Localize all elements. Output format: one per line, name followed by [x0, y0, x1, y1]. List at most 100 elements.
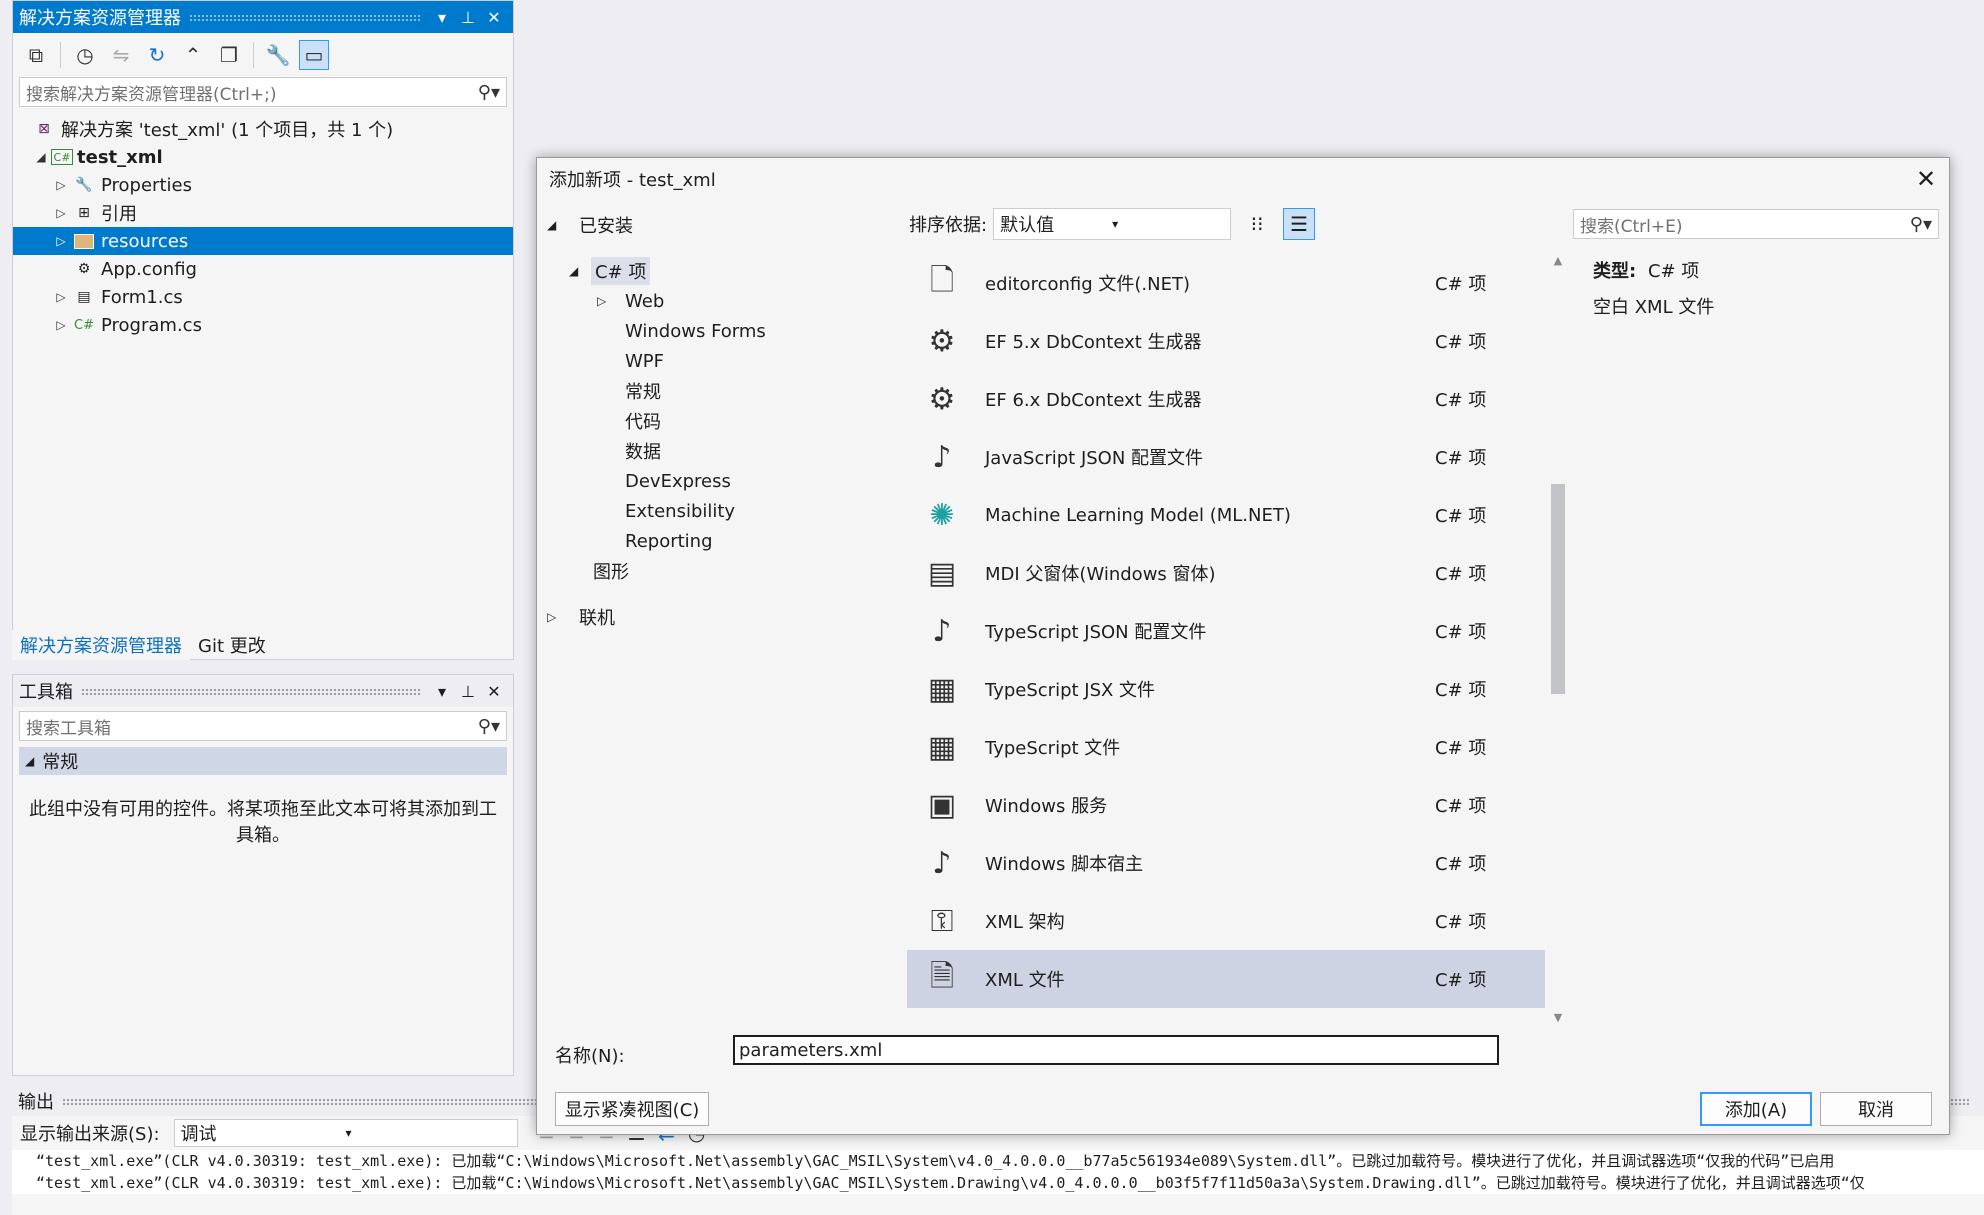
template-type: C# 项: [1435, 390, 1487, 411]
search-icon[interactable]: ⚲▾: [478, 82, 500, 103]
template-scrollbar[interactable]: ▲ ▼: [1547, 254, 1569, 1024]
toolbox-titlebar[interactable]: 工具箱 ▾ ⊥ ✕: [13, 675, 513, 707]
dialog-titlebar[interactable]: 添加新项 - test_xml ✕: [537, 158, 1949, 200]
template-item[interactable]: ♪ JavaScript JSON 配置文件 C# 项: [907, 428, 1545, 486]
toolbox-empty-message: 此组中没有可用的控件。将某项拖至此文本可将其添加到工具箱。: [29, 799, 497, 846]
show-all-files-icon[interactable]: ❐: [214, 40, 244, 70]
sort-select[interactable]: 默认值 ▾: [993, 208, 1232, 240]
tree-item-label: App.config: [101, 258, 197, 280]
tree-item-program[interactable]: ▷ C# Program.cs: [13, 311, 513, 339]
template-name: JavaScript JSON 配置文件: [985, 448, 1204, 469]
sync-icon[interactable]: ⇋: [106, 40, 136, 70]
solution-search-placeholder: 搜索解决方案资源管理器(Ctrl+;): [26, 84, 277, 105]
dropdown-arrow-icon[interactable]: ▾: [429, 8, 455, 27]
search-icon[interactable]: ⚲▾: [478, 716, 500, 737]
category-online[interactable]: ▷ 联机: [547, 602, 877, 632]
close-icon[interactable]: ✕: [1903, 165, 1949, 193]
category-installed[interactable]: ◢ 已安装: [547, 210, 877, 240]
template-item[interactable]: 🗋 editorconfig 文件(.NET) C# 项: [907, 254, 1545, 312]
toolbox-group-header[interactable]: ◢ 常规: [19, 747, 507, 775]
template-item[interactable]: ⚙ EF 6.x DbContext 生成器 C# 项: [907, 370, 1545, 428]
category-wpf[interactable]: WPF: [547, 346, 877, 376]
category-data[interactable]: 数据: [547, 436, 877, 466]
scroll-down-arrow-icon[interactable]: ▼: [1547, 1011, 1569, 1024]
template-item[interactable]: ▣ Windows 服务 C# 项: [907, 776, 1545, 834]
template-item[interactable]: ⇗XSLT 文件C# 项: [907, 1008, 1545, 1025]
list-view-icon[interactable]: ☰: [1283, 208, 1316, 240]
solution-tree: ⊠ 解决方案 'test_xml' (1 个项目，共 1 个) ◢ C# tes…: [13, 115, 513, 339]
title-grip: [189, 13, 421, 21]
typescript-file-icon: ▦: [927, 729, 957, 765]
solution-explorer-titlebar[interactable]: 解决方案资源管理器 ▾ ⊥ ✕: [13, 1, 513, 33]
tree-item-references[interactable]: ▷ ⊞ 引用: [13, 199, 513, 227]
template-type: C# 项: [1435, 796, 1487, 817]
tab-git-changes[interactable]: Git 更改: [190, 630, 274, 660]
tree-item-resources[interactable]: ▷ resources: [13, 227, 513, 255]
category-csharp-items[interactable]: ◢ C# 项: [547, 256, 877, 286]
template-item[interactable]: ▦ TypeScript 文件 C# 项: [907, 718, 1545, 776]
cancel-button[interactable]: 取消: [1820, 1092, 1932, 1126]
category-web[interactable]: ▷ Web: [547, 286, 877, 316]
compact-view-button[interactable]: 显示紧凑视图(C): [555, 1092, 709, 1126]
tree-item-project[interactable]: ◢ C# test_xml: [13, 143, 513, 171]
refresh-icon[interactable]: ↻: [142, 40, 172, 70]
search-icon[interactable]: ⚲▾: [1910, 214, 1932, 235]
template-item[interactable]: ✺ Machine Learning Model (ML.NET) C# 项: [907, 486, 1545, 544]
template-item[interactable]: ⚿ XML 架构 C# 项: [907, 892, 1545, 950]
solution-search-input[interactable]: 搜索解决方案资源管理器(Ctrl+;) ⚲▾: [19, 77, 507, 107]
template-type: C# 项: [1435, 332, 1487, 353]
template-item[interactable]: ♪ TypeScript JSON 配置文件 C# 项: [907, 602, 1545, 660]
category-general[interactable]: 常规: [547, 376, 877, 406]
tab-solution-explorer[interactable]: 解决方案资源管理器: [12, 630, 190, 660]
scrollbar-thumb[interactable]: [1551, 484, 1565, 694]
template-search-input[interactable]: 搜索(Ctrl+E) ⚲▾: [1573, 209, 1939, 239]
toolbox-search-input[interactable]: 搜索工具箱 ⚲▾: [19, 711, 507, 741]
solution-icon: ⊠: [38, 121, 50, 137]
template-item[interactable]: 🗎 XML 文件 C# 项: [907, 950, 1545, 1008]
category-graphics[interactable]: 图形: [547, 556, 877, 586]
switch-views-icon[interactable]: ⧉: [21, 40, 51, 70]
form-icon: ▤: [77, 289, 91, 305]
template-item[interactable]: ⚙ EF 5.x DbContext 生成器 C# 项: [907, 312, 1545, 370]
category-code[interactable]: 代码: [547, 406, 877, 436]
collapsed-arrow-icon: ▷: [547, 610, 557, 624]
pin-icon[interactable]: ⊥: [455, 8, 481, 27]
item-name-input[interactable]: parameters.xml: [733, 1035, 1499, 1065]
detail-type-row: 类型: C# 项: [1593, 254, 1933, 290]
preview-selected-icon[interactable]: ▭: [299, 40, 329, 70]
collapsed-arrow-icon[interactable]: ▷: [51, 290, 71, 304]
category-reporting[interactable]: Reporting: [547, 526, 877, 556]
collapsed-arrow-icon[interactable]: ▷: [51, 206, 71, 220]
template-item[interactable]: ▤ MDI 父窗体(Windows 窗体) C# 项: [907, 544, 1545, 602]
output-source-select[interactable]: 调试 ▾: [173, 1119, 518, 1147]
medium-icons-view-icon[interactable]: ⁝⁝: [1241, 208, 1273, 240]
toolbox-search-placeholder: 搜索工具箱: [26, 718, 111, 739]
category-windows-forms[interactable]: Windows Forms: [547, 316, 877, 346]
tree-item-properties[interactable]: ▷ 🔧 Properties: [13, 171, 513, 199]
add-button[interactable]: 添加(A): [1700, 1092, 1812, 1126]
close-icon[interactable]: ✕: [481, 682, 507, 701]
properties-wrench-icon[interactable]: 🔧: [263, 40, 293, 70]
history-icon[interactable]: ◷: [70, 40, 100, 70]
template-name: Windows 脚本宿主: [985, 854, 1144, 875]
scroll-up-arrow-icon[interactable]: ▲: [1547, 254, 1569, 267]
category-devexpress[interactable]: DevExpress: [547, 466, 877, 496]
close-icon[interactable]: ✕: [481, 8, 507, 27]
tree-item-app-config[interactable]: ⚙ App.config: [13, 255, 513, 283]
wrench-icon: 🔧: [75, 177, 93, 193]
template-item[interactable]: ♪ Windows 脚本宿主 C# 项: [907, 834, 1545, 892]
collapsed-arrow-icon[interactable]: ▷: [51, 234, 71, 248]
mdi-form-icon: ▤: [927, 555, 957, 591]
dropdown-arrow-icon[interactable]: ▾: [429, 682, 455, 701]
pin-icon[interactable]: ⊥: [455, 682, 481, 701]
expanded-arrow-icon[interactable]: ◢: [31, 150, 51, 164]
name-label: 名称(N):: [555, 1046, 625, 1067]
collapse-all-icon[interactable]: ⌃: [178, 40, 208, 70]
tree-item-solution[interactable]: ⊠ 解决方案 'test_xml' (1 个项目，共 1 个): [13, 115, 513, 143]
collapsed-arrow-icon[interactable]: ▷: [51, 178, 71, 192]
tree-item-form1[interactable]: ▷ ▤ Form1.cs: [13, 283, 513, 311]
category-extensibility[interactable]: Extensibility: [547, 496, 877, 526]
template-item[interactable]: ▦ TypeScript JSX 文件 C# 项: [907, 660, 1545, 718]
tree-item-label: test_xml: [77, 146, 163, 168]
collapsed-arrow-icon[interactable]: ▷: [51, 318, 71, 332]
